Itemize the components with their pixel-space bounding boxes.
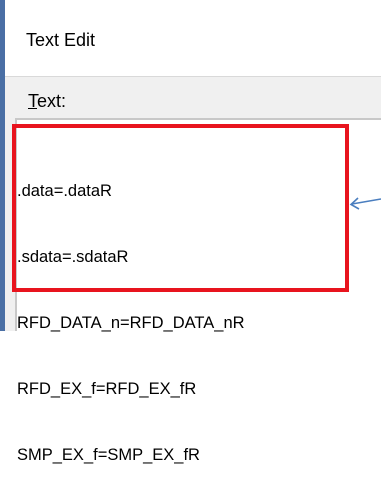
editor-line: RFD_EX_f=RFD_EX_fR (17, 380, 197, 398)
dialog-titlebar: Text Edit (5, 0, 381, 77)
text-field-label: Text: (28, 91, 66, 112)
editor-line: SMP_EX_f=SMP_EX_fR (17, 446, 200, 464)
text-label-accesskey: T (28, 91, 37, 111)
highlight-box (12, 124, 349, 292)
text-label-rest: ext: (37, 91, 67, 111)
arrow-left-icon (349, 197, 381, 210)
dialog-title: Text Edit (26, 30, 96, 50)
